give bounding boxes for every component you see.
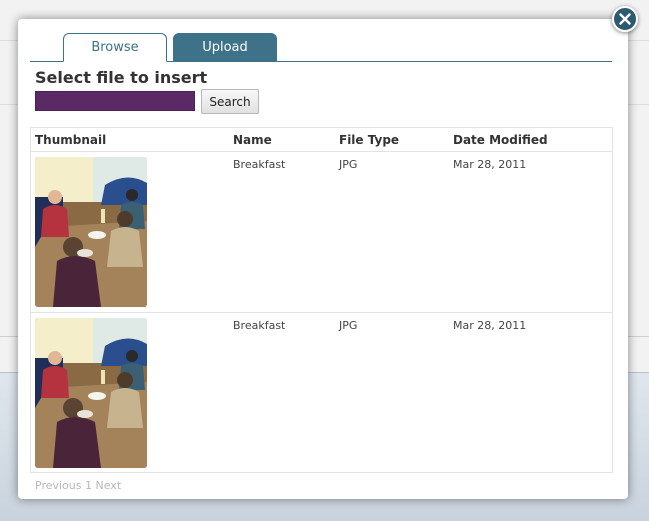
file-table: Thumbnail Name File Type Date Modified B… — [30, 127, 613, 473]
breakfast-photo — [35, 157, 147, 307]
breakfast-photo — [35, 318, 147, 468]
tab-upload[interactable]: Upload — [173, 33, 277, 62]
column-header-thumbnail: Thumbnail — [35, 133, 107, 147]
file-date-modified: Mar 28, 2011 — [453, 319, 527, 332]
search-input[interactable] — [35, 91, 195, 111]
file-type: JPG — [339, 158, 358, 171]
pagination: Previous 1 Next — [35, 479, 121, 492]
file-name: Breakfast — [233, 319, 286, 332]
pagination-next[interactable]: Next — [96, 479, 122, 492]
file-date-modified: Mar 28, 2011 — [453, 158, 527, 171]
column-header-date-modified: Date Modified — [453, 133, 548, 147]
file-type: JPG — [339, 319, 358, 332]
dialog-heading: Select file to insert — [35, 68, 208, 87]
insert-file-dialog: Browse Upload Select file to insert Sear… — [18, 19, 628, 499]
file-thumbnail[interactable] — [35, 318, 147, 468]
column-header-file-type: File Type — [339, 133, 400, 147]
table-row[interactable]: Breakfast JPG Mar 28, 2011 — [31, 312, 612, 473]
tab-browse-label: Browse — [91, 40, 139, 55]
tab-upload-label: Upload — [202, 40, 248, 55]
file-thumbnail[interactable] — [35, 157, 147, 307]
close-button[interactable] — [612, 6, 638, 32]
table-row[interactable]: Breakfast JPG Mar 28, 2011 — [31, 151, 612, 312]
pagination-page[interactable]: 1 — [85, 479, 92, 492]
pagination-previous[interactable]: Previous — [35, 479, 82, 492]
search-button[interactable]: Search — [201, 89, 259, 114]
file-name: Breakfast — [233, 158, 286, 171]
close-icon — [619, 13, 631, 25]
column-header-name: Name — [233, 133, 272, 147]
tab-browse[interactable]: Browse — [63, 33, 167, 62]
